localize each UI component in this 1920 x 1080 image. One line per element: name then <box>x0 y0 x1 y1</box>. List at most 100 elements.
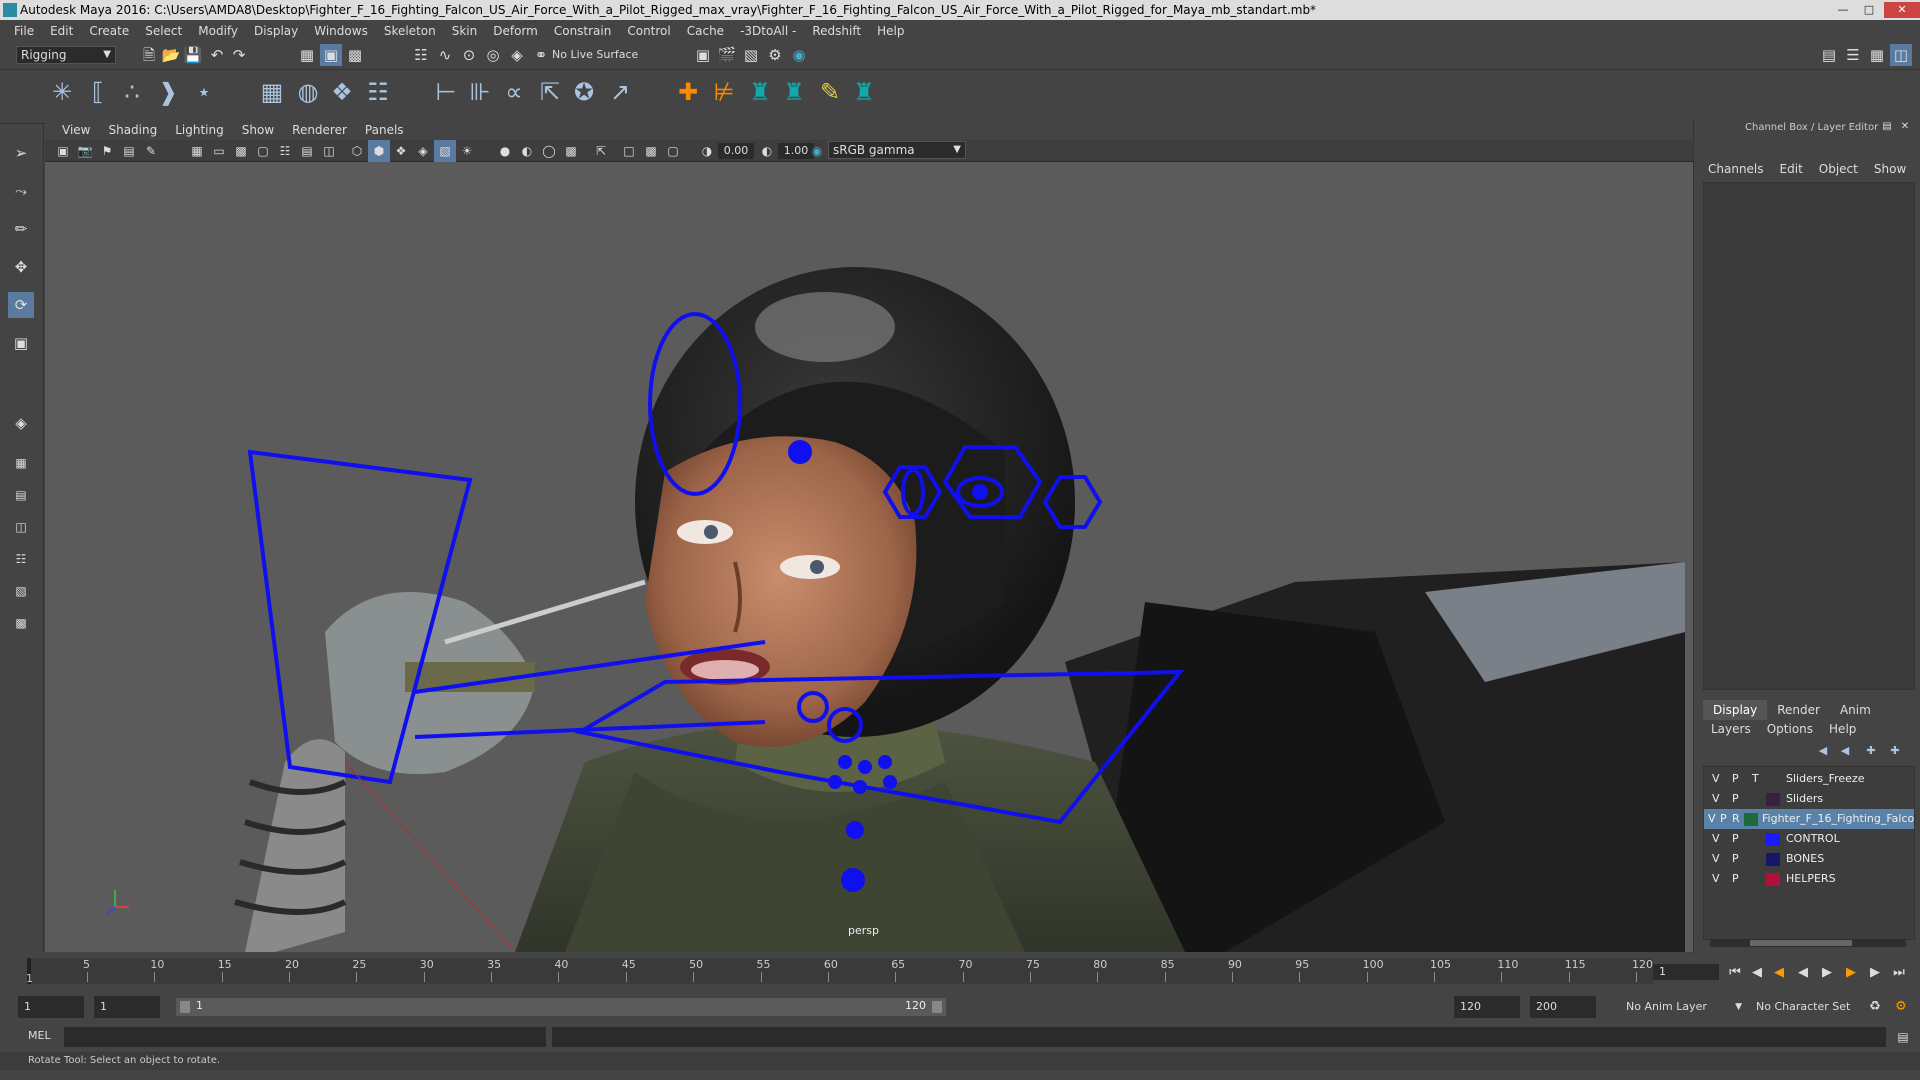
viewport-menu-lighting[interactable]: Lighting <box>166 123 233 137</box>
layer-color-swatch[interactable] <box>1766 773 1780 786</box>
bind-skin-icon[interactable]: ▦ <box>256 76 288 108</box>
menu-skin[interactable]: Skin <box>444 24 486 38</box>
step-back-frame-icon[interactable]: ◀ <box>1770 964 1788 982</box>
visibility-toggle[interactable]: V <box>1712 769 1720 789</box>
go-to-start-icon[interactable]: ⏮ <box>1726 964 1744 982</box>
bookmark-icon[interactable]: ⚑ <box>96 140 118 162</box>
layer-color-swatch[interactable] <box>1766 793 1780 806</box>
xray-active-icon[interactable]: ▩ <box>640 140 662 162</box>
menu-file[interactable]: File <box>6 24 42 38</box>
playback-end-field[interactable]: 120 <box>1454 996 1520 1018</box>
field-chart-icon[interactable]: ☷ <box>274 140 296 162</box>
render-view-icon[interactable]: ▣ <box>692 44 714 66</box>
move-layer-up-icon[interactable]: ◀ <box>1814 742 1832 760</box>
play-backwards-icon[interactable]: ◀ <box>1794 964 1812 982</box>
minimize-button[interactable]: — <box>1830 2 1856 18</box>
snap-point-icon[interactable]: ⊙ <box>458 44 480 66</box>
paint-weights-icon[interactable]: ✎ <box>814 76 846 108</box>
layer-row[interactable]: V P HELPERS <box>1704 869 1914 889</box>
snap-view-icon[interactable]: ◎ <box>482 44 504 66</box>
xray-icon[interactable]: ▧ <box>434 140 456 162</box>
select-tool-icon[interactable]: ➢ <box>10 142 32 164</box>
layer-row-selected[interactable]: V P R Fighter_F_16_Fighting_Falco <box>1704 809 1914 829</box>
display-type-toggle[interactable]: R <box>1732 809 1740 829</box>
insert-joint-icon[interactable]: ❱ <box>152 76 184 108</box>
safe-title-icon[interactable]: ◫ <box>318 140 340 162</box>
parent-constraint-icon[interactable]: ⊢ <box>430 76 462 108</box>
gamma-icon[interactable]: ◐ <box>756 140 778 162</box>
pole-vector-icon[interactable]: ↗ <box>604 76 636 108</box>
select-by-hierarchy-icon[interactable]: ▦ <box>296 44 318 66</box>
hik-source-icon[interactable]: ♜ <box>848 76 880 108</box>
playback-toggle[interactable]: P <box>1732 769 1739 789</box>
redo-icon[interactable]: ↷ <box>228 44 250 66</box>
playback-toggle[interactable]: P <box>1732 789 1739 809</box>
move-layer-down-icon[interactable]: ◀ <box>1836 742 1854 760</box>
menu-create[interactable]: Create <box>81 24 137 38</box>
menu-control[interactable]: Control <box>619 24 678 38</box>
wireframe-icon[interactable]: ⬡ <box>346 140 368 162</box>
tab-anim[interactable]: Anim <box>1830 700 1881 720</box>
film-gate-icon[interactable]: ▭ <box>208 140 230 162</box>
render-settings-icon[interactable]: ⚙ <box>764 44 786 66</box>
exposure-icon[interactable]: ◑ <box>696 140 718 162</box>
viewport-menu-renderer[interactable]: Renderer <box>283 123 356 137</box>
layer-row[interactable]: V P T Sliders_Freeze <box>1704 769 1914 789</box>
resolution-gate-icon[interactable]: ▩ <box>230 140 252 162</box>
xray-joints-icon[interactable]: □ <box>618 140 640 162</box>
orient-constraint-icon[interactable]: ∝ <box>498 76 530 108</box>
textured-icon[interactable]: ◈ <box>412 140 434 162</box>
layer-list-scrollbar[interactable] <box>1710 939 1906 947</box>
range-slider-end-handle[interactable] <box>932 1001 942 1013</box>
ipr-render-icon[interactable]: ▧ <box>740 44 762 66</box>
layer-color-swatch[interactable] <box>1766 833 1780 846</box>
persp-graph-layout-icon[interactable]: ☷ <box>10 548 32 570</box>
view-transform-dropdown[interactable]: sRGB gamma ▼ <box>828 141 966 159</box>
exposure-field[interactable]: 0.00 <box>718 143 754 159</box>
paint-select-tool-icon[interactable]: ✏ <box>10 218 32 240</box>
visibility-toggle[interactable]: V <box>1708 809 1716 829</box>
select-by-component-icon[interactable]: ▩ <box>344 44 366 66</box>
menu-3dtoall[interactable]: -3DtoAll - <box>732 24 804 38</box>
lasso-tool-icon[interactable]: ⤳ <box>10 180 32 202</box>
color-management-icon[interactable]: ◉ <box>806 140 828 162</box>
script-editor-icon[interactable]: ▤ <box>1892 1026 1914 1048</box>
close-button[interactable]: ✕ <box>1884 2 1920 18</box>
undo-icon[interactable]: ↶ <box>206 44 228 66</box>
new-layer-icon[interactable]: ✚ <box>1862 742 1880 760</box>
preferences-icon[interactable]: ⚙ <box>1890 996 1912 1018</box>
new-layer-selected-icon[interactable]: ✚ <box>1886 742 1904 760</box>
viewport-menu-show[interactable]: Show <box>233 123 283 137</box>
help-menu[interactable]: Help <box>1821 722 1864 740</box>
current-frame-field[interactable]: 1 <box>1653 964 1719 980</box>
channel-box-toggle-icon[interactable]: ◫ <box>1890 44 1912 66</box>
auto-key-icon[interactable]: ♻ <box>1864 996 1886 1018</box>
menu-modify[interactable]: Modify <box>190 24 246 38</box>
playback-toggle[interactable]: P <box>1720 809 1727 829</box>
step-forward-key-icon[interactable]: ▶ <box>1866 964 1884 982</box>
playback-start-field[interactable]: 1 <box>94 996 160 1018</box>
lights-icon[interactable]: ☀ <box>456 140 478 162</box>
outliner-layout-icon[interactable]: ▩ <box>10 612 32 634</box>
layer-row[interactable]: V P Sliders <box>1704 789 1914 809</box>
visibility-toggle[interactable]: V <box>1712 829 1720 849</box>
channels-menu[interactable]: Channels <box>1700 162 1772 180</box>
menu-select[interactable]: Select <box>137 24 190 38</box>
layer-color-swatch[interactable] <box>1744 813 1758 826</box>
layers-menu[interactable]: Layers <box>1703 722 1759 740</box>
gate-mask-icon[interactable]: ▢ <box>252 140 274 162</box>
time-slider-track[interactable] <box>27 958 1653 984</box>
point-constraint-icon[interactable]: ⊪ <box>464 76 496 108</box>
visibility-toggle[interactable]: V <box>1712 789 1720 809</box>
playback-toggle[interactable]: P <box>1732 869 1739 889</box>
isolate-select-icon[interactable]: ⇱ <box>590 140 612 162</box>
save-scene-icon[interactable]: 💾 <box>182 44 204 66</box>
command-input[interactable] <box>64 1027 546 1047</box>
render-frame-icon[interactable]: 🎬 <box>716 44 738 66</box>
wrap-icon[interactable]: ☷ <box>362 76 394 108</box>
lattice-icon[interactable]: ❖ <box>326 76 358 108</box>
grease-pencil-icon[interactable]: ✎ <box>140 140 162 162</box>
hypershade-icon[interactable]: ◉ <box>788 44 810 66</box>
new-scene-icon[interactable]: 🗎 <box>138 44 160 66</box>
ik-handle-icon[interactable]: ⟦ <box>82 76 114 108</box>
